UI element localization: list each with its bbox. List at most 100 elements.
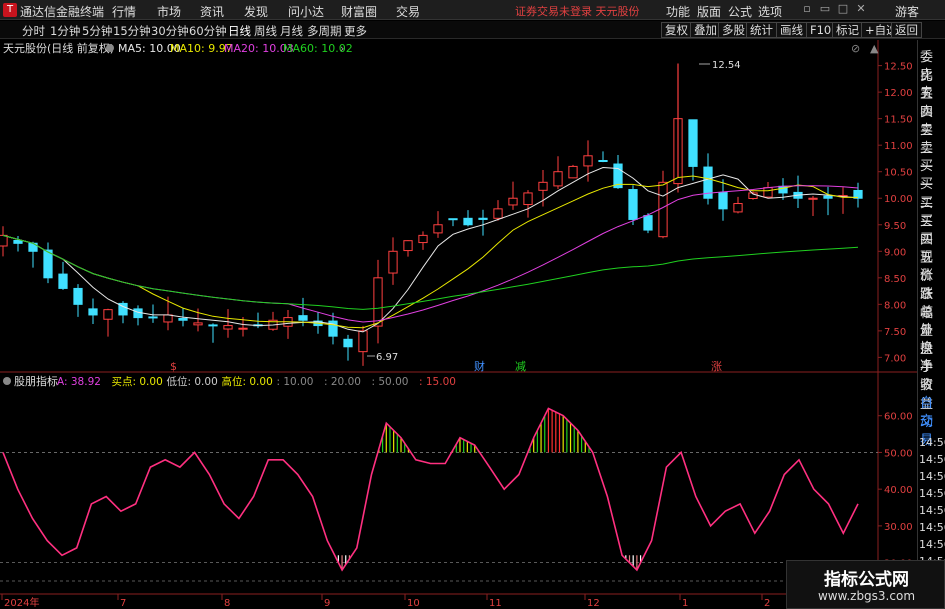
indicator-item: : 10.00 [277,376,314,388]
period-time[interactable]: 分时 [22,23,45,39]
candle [463,217,473,226]
app-logo-icon: T [3,3,17,17]
x-axis-label: 8 [224,598,230,609]
x-axis-label: 2024年 [4,596,39,609]
price-tick: 12.00 [884,88,913,99]
candle [178,317,188,321]
candle [598,159,608,162]
menu-xiaoda[interactable]: 问小达 [288,3,324,20]
indicator-item: 买点: 0.00 [112,376,163,388]
candle [538,181,548,191]
menu-market2[interactable]: 市场 [157,3,181,20]
period-day[interactable]: 日线 [228,23,251,39]
price-tick: 11.00 [884,141,913,152]
minimize-icon[interactable]: ▫ [800,2,814,16]
maximize-icon[interactable]: □ [836,2,850,16]
candle [238,327,248,330]
candle [43,249,53,279]
period-15min[interactable]: 15分钟 [113,23,151,39]
period-multi[interactable]: 多周期 [307,23,342,39]
period-more[interactable]: 更多 [344,23,367,39]
trade-time: 14:56 [919,470,945,483]
price-tick: 9.50 [884,221,906,232]
mark-button[interactable]: 标记 [832,22,863,38]
watermark: 指标公式网 www.zbgs3.com [786,560,945,609]
back-button[interactable]: 返回 [891,22,922,38]
candle [808,197,818,200]
indicator-item: A: 38.92 [57,376,101,388]
candle [433,224,443,234]
candle [88,308,98,316]
menu-options[interactable]: 选项 [758,3,782,20]
indicator-a-line [2,407,859,572]
x-axis-label: 11 [489,598,502,609]
trade-time: 14:56 [919,521,945,534]
restore-icon[interactable]: ▭ [818,2,832,16]
menu-wealth[interactable]: 财富圈 [341,3,377,20]
candle [298,315,308,321]
settings-icon[interactable] [106,44,114,52]
expand-icon[interactable]: › [340,42,344,55]
guest-label[interactable]: 游客 [895,3,919,20]
indicator-item: : 20.00 [324,376,361,388]
ma60-line [2,234,859,310]
candle [718,192,728,210]
low-price-label: 6.97 [376,352,398,363]
candle [343,338,353,348]
f10-button[interactable]: F10 [806,22,836,38]
stock-title: 天元股份(日线 前复权) [3,41,114,55]
x-axis-label: 10 [407,598,420,609]
tool-icon[interactable]: ⊘ [851,42,860,55]
menu-trade[interactable]: 交易 [396,3,420,20]
menu-layout[interactable]: 版面 [697,3,721,20]
zoom-up-icon[interactable]: ▲ [870,42,879,55]
menu-function[interactable]: 功能 [666,3,690,20]
close-icon[interactable]: ✕ [854,2,868,16]
indicator-tick: 40.00 [884,485,913,496]
period-toolbar: 分时 1分钟 5分钟 15分钟 30分钟 60分钟 日线 周线 月线 多周期 更… [0,21,945,39]
price-tick: 11.50 [884,115,913,126]
period-30min[interactable]: 30分钟 [151,23,189,39]
candle [568,165,578,179]
overlay-button[interactable]: 叠加 [690,22,721,38]
candle [658,181,668,238]
trade-time: 14:56 [919,504,945,517]
period-1min[interactable]: 1分钟 [50,23,80,39]
period-60min[interactable]: 60分钟 [189,23,227,39]
candle [193,322,203,326]
menu-discover[interactable]: 发现 [244,3,268,20]
event-marker-finance[interactable]: 财 [474,359,485,373]
candle [0,234,8,247]
watermark-url: www.zbgs3.com [817,589,916,603]
price-tick: 8.50 [884,274,906,285]
price-tick: 9.00 [884,247,906,258]
indicator-tick: 50.00 [884,448,913,459]
menu-formula[interactable]: 公式 [728,3,752,20]
stats-button[interactable]: 统计 [746,22,777,38]
event-marker-reduce[interactable]: 减 [515,360,526,373]
app-name: 通达信金融终端 [20,5,105,19]
draw-button[interactable]: 画线 [776,22,807,38]
candle [403,240,413,252]
trade-time: 14:56 [919,453,945,466]
period-5min[interactable]: 5分钟 [82,23,112,39]
candle [148,316,158,319]
chart-area[interactable]: 天元股份(日线 前复权) MA5: 10.00 MA10: 9.97 MA20:… [0,40,917,609]
period-week[interactable]: 周线 [254,23,277,39]
x-axis-label: 9 [324,598,330,609]
menu-news[interactable]: 资讯 [200,3,224,20]
candle [823,195,833,199]
candle [373,277,383,327]
candle [223,325,233,330]
adjust-button[interactable]: 复权 [661,22,692,38]
menu-market[interactable]: 行情 [112,3,136,20]
event-marker-rise[interactable]: 涨 [711,360,722,373]
indicator-settings-icon[interactable] [3,377,11,385]
candle [553,171,563,187]
multi-stock-button[interactable]: 多股 [718,22,749,38]
trade-login-notice[interactable]: 证券交易未登录 天元股份 [515,3,640,19]
indicator-item: 高位: 0.00 [222,375,273,388]
period-month[interactable]: 月线 [280,23,303,39]
event-marker-dollar[interactable]: $ [170,360,177,373]
candle [508,197,518,206]
